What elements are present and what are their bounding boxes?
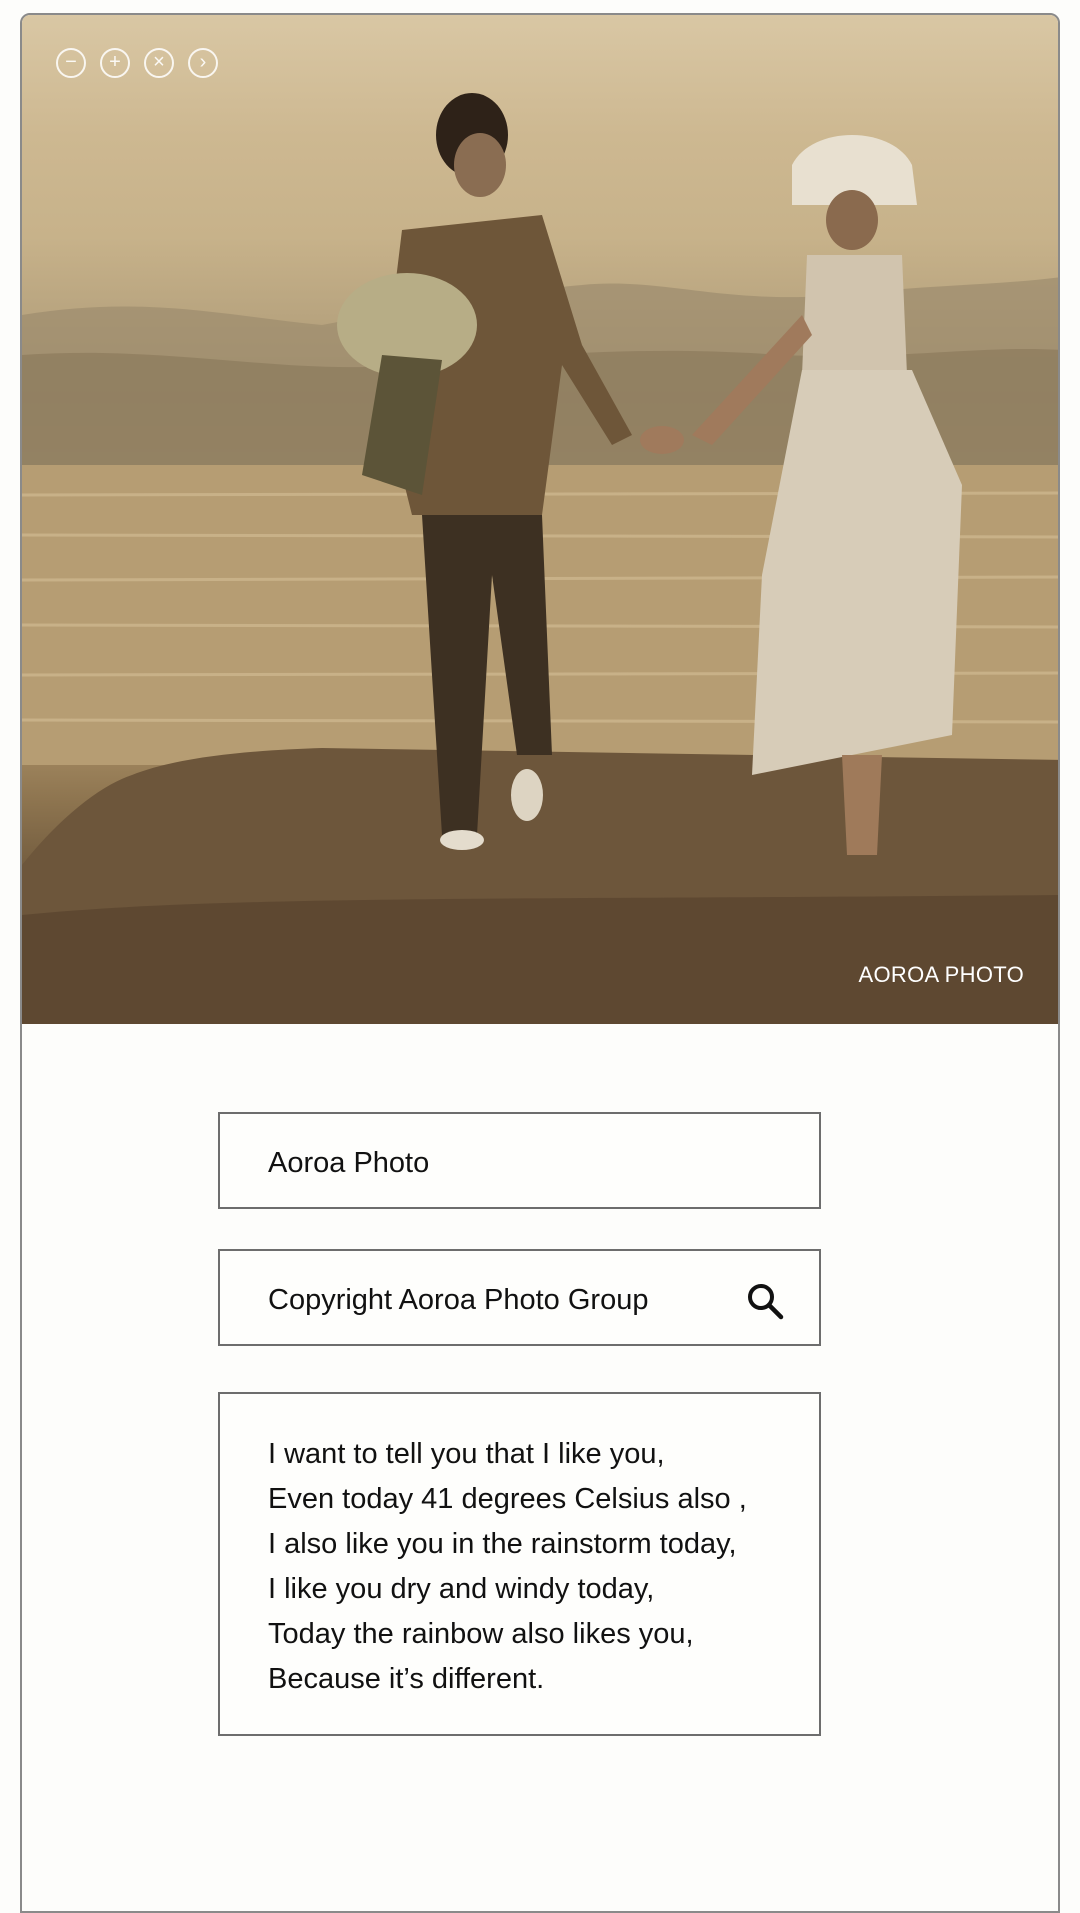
couple-on-pier-illustration <box>22 93 1058 1024</box>
message-line: I want to tell you that I like you, <box>268 1438 665 1470</box>
title-field-value: Aoroa Photo <box>268 1147 430 1179</box>
search-icon[interactable] <box>745 1281 785 1321</box>
search-field[interactable]: Copyright Aoroa Photo Group <box>218 1249 821 1346</box>
title-field[interactable]: Aoroa Photo <box>218 1112 821 1209</box>
message-line: Today the rainbow also likes you, <box>268 1618 694 1650</box>
message-line: I also like you in the rainstorm today, <box>268 1528 737 1560</box>
search-field-value: Copyright Aoroa Photo Group <box>268 1284 649 1316</box>
photo-watermark: AOROA PHOTO <box>858 962 1024 987</box>
next-icon[interactable]: › <box>188 48 218 78</box>
message-textarea[interactable]: I want to tell you that I like you, Even… <box>218 1392 821 1736</box>
message-line: Even today 41 degrees Celsius also , <box>268 1483 747 1515</box>
zoom-in-icon[interactable]: + <box>100 48 130 78</box>
message-line: Because it’s different. <box>268 1663 545 1695</box>
message-line: I like you dry and windy today, <box>268 1573 655 1605</box>
hero-photo: − + × › AOROA PHOTO <box>22 15 1058 1024</box>
window-controls: − + × › <box>56 48 218 78</box>
zoom-out-icon[interactable]: − <box>56 48 86 78</box>
close-icon[interactable]: × <box>144 48 174 78</box>
